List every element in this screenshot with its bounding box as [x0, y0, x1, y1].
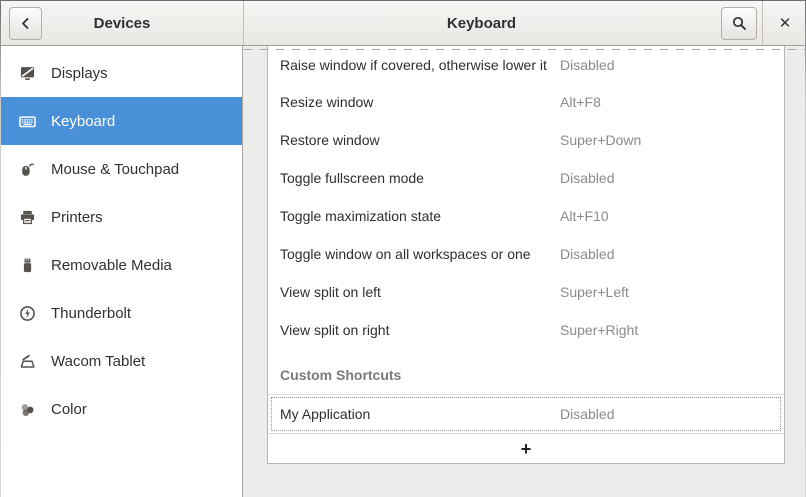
- shortcut-value: Disabled: [560, 57, 614, 73]
- sidebar-item-wacom-tablet[interactable]: Wacom Tablet: [1, 337, 242, 385]
- shortcut-value: Super+Left: [560, 284, 629, 300]
- sidebar-item-thunderbolt[interactable]: Thunderbolt: [1, 289, 242, 337]
- sidebar-item-removable-media[interactable]: Removable Media: [1, 241, 242, 289]
- shortcut-row[interactable]: Raise window if covered, otherwise lower…: [268, 46, 784, 83]
- search-icon: [732, 16, 747, 31]
- close-icon: ✕: [779, 14, 792, 32]
- search-button[interactable]: [721, 7, 757, 40]
- shortcut-label: Toggle maximization state: [280, 208, 441, 224]
- sidebar-item-printers[interactable]: Printers: [1, 193, 242, 241]
- plus-icon: +: [521, 439, 532, 460]
- sidebar-item-mouse-touchpad[interactable]: Mouse & Touchpad: [1, 145, 242, 193]
- sidebar-item-label: Color: [51, 401, 87, 418]
- mouse-icon: [19, 161, 36, 178]
- shortcut-label: View split on left: [280, 284, 381, 300]
- shortcuts-list: Raise window if covered, otherwise lower…: [267, 46, 785, 464]
- keyboard-icon: [19, 113, 36, 130]
- sidebar-item-label: Removable Media: [51, 257, 172, 274]
- shortcut-label: Resize window: [280, 94, 373, 110]
- sidebar-item-color[interactable]: Color: [1, 385, 242, 433]
- shortcut-value: Alt+F8: [560, 94, 601, 110]
- close-button[interactable]: ✕: [768, 1, 802, 45]
- shortcut-row[interactable]: Toggle maximization state Alt+F10: [268, 197, 784, 235]
- shortcut-label: My Application: [280, 406, 370, 422]
- shortcut-row[interactable]: Toggle window on all workspaces or one D…: [268, 235, 784, 273]
- thunderbolt-icon: [19, 305, 36, 322]
- sidebar-item-keyboard[interactable]: Keyboard: [1, 97, 242, 145]
- custom-shortcuts-header: Custom Shortcuts: [268, 349, 784, 394]
- shortcut-value: Super+Right: [560, 322, 638, 338]
- left-pane-title: Devices: [1, 1, 243, 45]
- tablet-icon: [19, 353, 36, 370]
- scroll-undershoot-indicator: [244, 49, 805, 50]
- sidebar-item-label: Mouse & Touchpad: [51, 161, 179, 178]
- shortcut-row[interactable]: Toggle fullscreen mode Disabled: [268, 159, 784, 197]
- sidebar-item-label: Keyboard: [51, 113, 115, 130]
- shortcut-value: Alt+F10: [560, 208, 609, 224]
- sidebar: Displays Keyboard Mouse & Touchpad Print…: [1, 46, 243, 497]
- shortcut-label: Raise window if covered, otherwise lower…: [280, 57, 547, 73]
- custom-shortcuts-frame: My Application Disabled +: [268, 394, 784, 465]
- shortcut-value: Disabled: [560, 246, 614, 262]
- custom-shortcut-row[interactable]: My Application Disabled: [268, 395, 784, 433]
- color-icon: [19, 401, 36, 418]
- sidebar-item-label: Wacom Tablet: [51, 353, 145, 370]
- shortcut-row[interactable]: View split on left Super+Left: [268, 273, 784, 311]
- headerbar: Devices Keyboard ✕: [1, 1, 805, 46]
- shortcut-row[interactable]: View split on right Super+Right: [268, 311, 784, 349]
- sidebar-item-label: Thunderbolt: [51, 305, 131, 322]
- add-shortcut-button[interactable]: +: [268, 433, 784, 465]
- shortcut-label: Toggle window on all workspaces or one: [280, 246, 531, 262]
- sidebar-item-label: Displays: [51, 65, 108, 82]
- usb-icon: [19, 257, 36, 274]
- shortcut-value: Super+Down: [560, 132, 641, 148]
- shortcut-row[interactable]: Restore window Super+Down: [268, 121, 784, 159]
- page-title: Keyboard: [244, 1, 719, 45]
- shortcut-value: Disabled: [560, 170, 614, 186]
- shortcut-label: Toggle fullscreen mode: [280, 170, 424, 186]
- shortcut-value: Disabled: [560, 406, 614, 422]
- shortcut-label: View split on right: [280, 322, 389, 338]
- shortcut-label: Restore window: [280, 132, 380, 148]
- shortcut-row[interactable]: Resize window Alt+F8: [268, 83, 784, 121]
- header-separator: [762, 1, 763, 45]
- printer-icon: [19, 209, 36, 226]
- sidebar-item-displays[interactable]: Displays: [1, 49, 242, 97]
- settings-window: Devices Keyboard ✕ Displays Keyboard: [0, 0, 806, 497]
- keyboard-shortcuts-pane: Raise window if covered, otherwise lower…: [244, 46, 805, 497]
- displays-icon: [19, 65, 36, 82]
- sidebar-item-label: Printers: [51, 209, 103, 226]
